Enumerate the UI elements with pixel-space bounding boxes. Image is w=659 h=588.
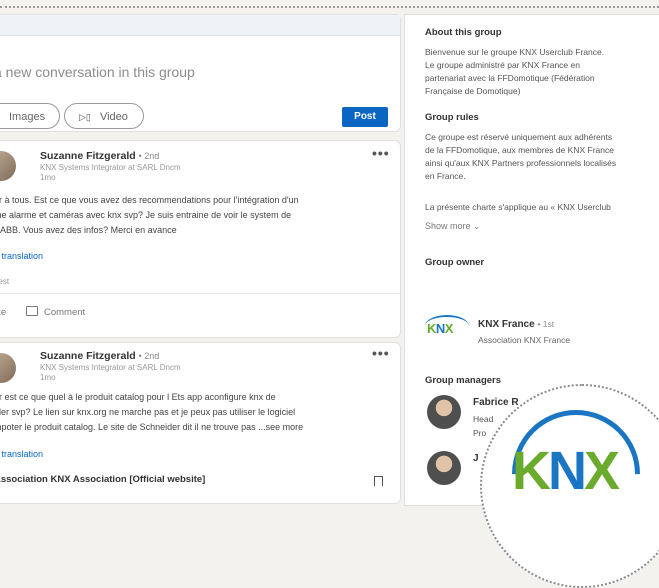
video-button[interactable]: ▷▯ Video [64,103,144,129]
manager-name[interactable]: Fabrice R [473,397,519,408]
comment-label: Comment [44,307,86,318]
composer-card: a new conversation in this group Images … [0,14,401,132]
owner-title: Group owner [425,257,485,268]
about-text-line: Bienvenue sur le groupe KNX Userclub Fra… [425,47,605,57]
logo-letter: K [512,441,551,501]
comment-icon [26,306,38,317]
author-name: Suzanne Fitzgerald [40,350,136,362]
charter-text-line: La présente charte s'applique au « KNX U… [425,202,611,212]
author-name: Suzanne Fitzgerald [40,150,136,162]
images-button[interactable]: Images [0,103,60,129]
reactions-count[interactable]: hest [0,277,9,286]
post-text: ur est ce que quel à le produit catalog … [0,392,276,402]
comment-button[interactable]: Comment [26,306,86,318]
post-age: 1mo [40,373,56,382]
manager-avatar[interactable] [427,451,461,485]
author-headline: KNX Systems Integrator at SARL Dncm [40,163,181,172]
post-text-line: il ABB. Vous avez des infos? Merci en av… [0,225,177,235]
bookmark-icon[interactable] [374,476,383,486]
avatar[interactable] [0,353,16,383]
post-age: 1mo [40,173,56,182]
manager-subtitle: Pro [473,428,487,438]
rules-text-line: de la FFDomotique, aux membres de KNX Fr… [425,145,614,155]
rules-text-line: ainsi qu'aux KNX Partners professionnels… [425,158,617,168]
connection-degree: • 2nd [138,151,160,161]
about-text-line: Le groupe administré par KNX France en [425,60,580,70]
post-text-line: ur est ce que quel à le produit catalog … [0,392,276,402]
manager-avatar[interactable] [427,395,461,429]
link-preview-title[interactable]: Association KNX Association [Official we… [0,474,205,485]
like-button[interactable]: ike [0,307,6,318]
video-icon: ▷▯ [79,112,91,122]
post-text-line: ider svp? Le lien sur knx.org ne marche … [0,407,296,417]
manager-name[interactable]: J [473,453,479,464]
show-more-button[interactable]: Show more ⌄ [425,221,481,232]
see-translation-link[interactable]: e translation [0,251,43,261]
show-more-label: Show more [425,221,471,231]
author-headline: KNX Systems Integrator at SARL Dncm [40,363,181,372]
about-title: About this group [425,27,502,38]
top-strip [0,15,400,36]
about-text-line: partenariat avec la FFDomotique (Fédérat… [425,73,595,83]
chevron-down-icon: ⌄ [473,221,481,231]
composer-input[interactable]: a new conversation in this group [0,64,195,80]
rules-text-line: en France. [425,171,466,181]
owner-logo[interactable]: KNX [427,321,453,336]
more-options-icon[interactable]: ••• [372,345,390,361]
video-label: Video [99,111,128,123]
post-button[interactable]: Post [342,107,388,127]
logo-letter: N [548,441,587,501]
manager-subtitle: Head [473,414,494,424]
owner-name-text: KNX France [478,319,535,330]
avatar[interactable] [0,151,16,181]
owner-degree: • 1st [537,319,555,329]
rules-text-line: Ce groupe est réservé uniquement aux adh… [425,132,613,142]
logo-letter: X [584,441,620,501]
post-card: Suzanne Fitzgerald • 2nd KNX Systems Int… [0,140,401,338]
see-translation-link[interactable]: e translation [0,449,43,459]
dotted-border [0,6,659,8]
post-text-line: mpoter le produit catalog. Le site de Sc… [0,422,304,432]
images-label: Images [9,111,46,123]
post-text-line: ur à tous. Est ce que vous avez des reco… [0,195,299,205]
connection-degree: • 2nd [138,351,160,361]
knx-logo: KNX [512,441,620,501]
post-text-line: me alarme et caméras avec knx svp? Je su… [0,210,292,220]
rules-title: Group rules [425,112,479,123]
managers-title: Group managers [425,375,502,386]
post-card: Suzanne Fitzgerald • 2nd KNX Systems Int… [0,342,401,504]
more-options-icon[interactable]: ••• [372,145,390,161]
post-author[interactable]: Suzanne Fitzgerald • 2nd [40,350,159,362]
post-author[interactable]: Suzanne Fitzgerald • 2nd [40,150,159,162]
owner-subtitle: Association KNX France [478,335,571,345]
about-text-line: Française de Domotique) [425,86,521,96]
divider [0,293,400,294]
owner-name[interactable]: KNX France • 1st [478,319,554,330]
